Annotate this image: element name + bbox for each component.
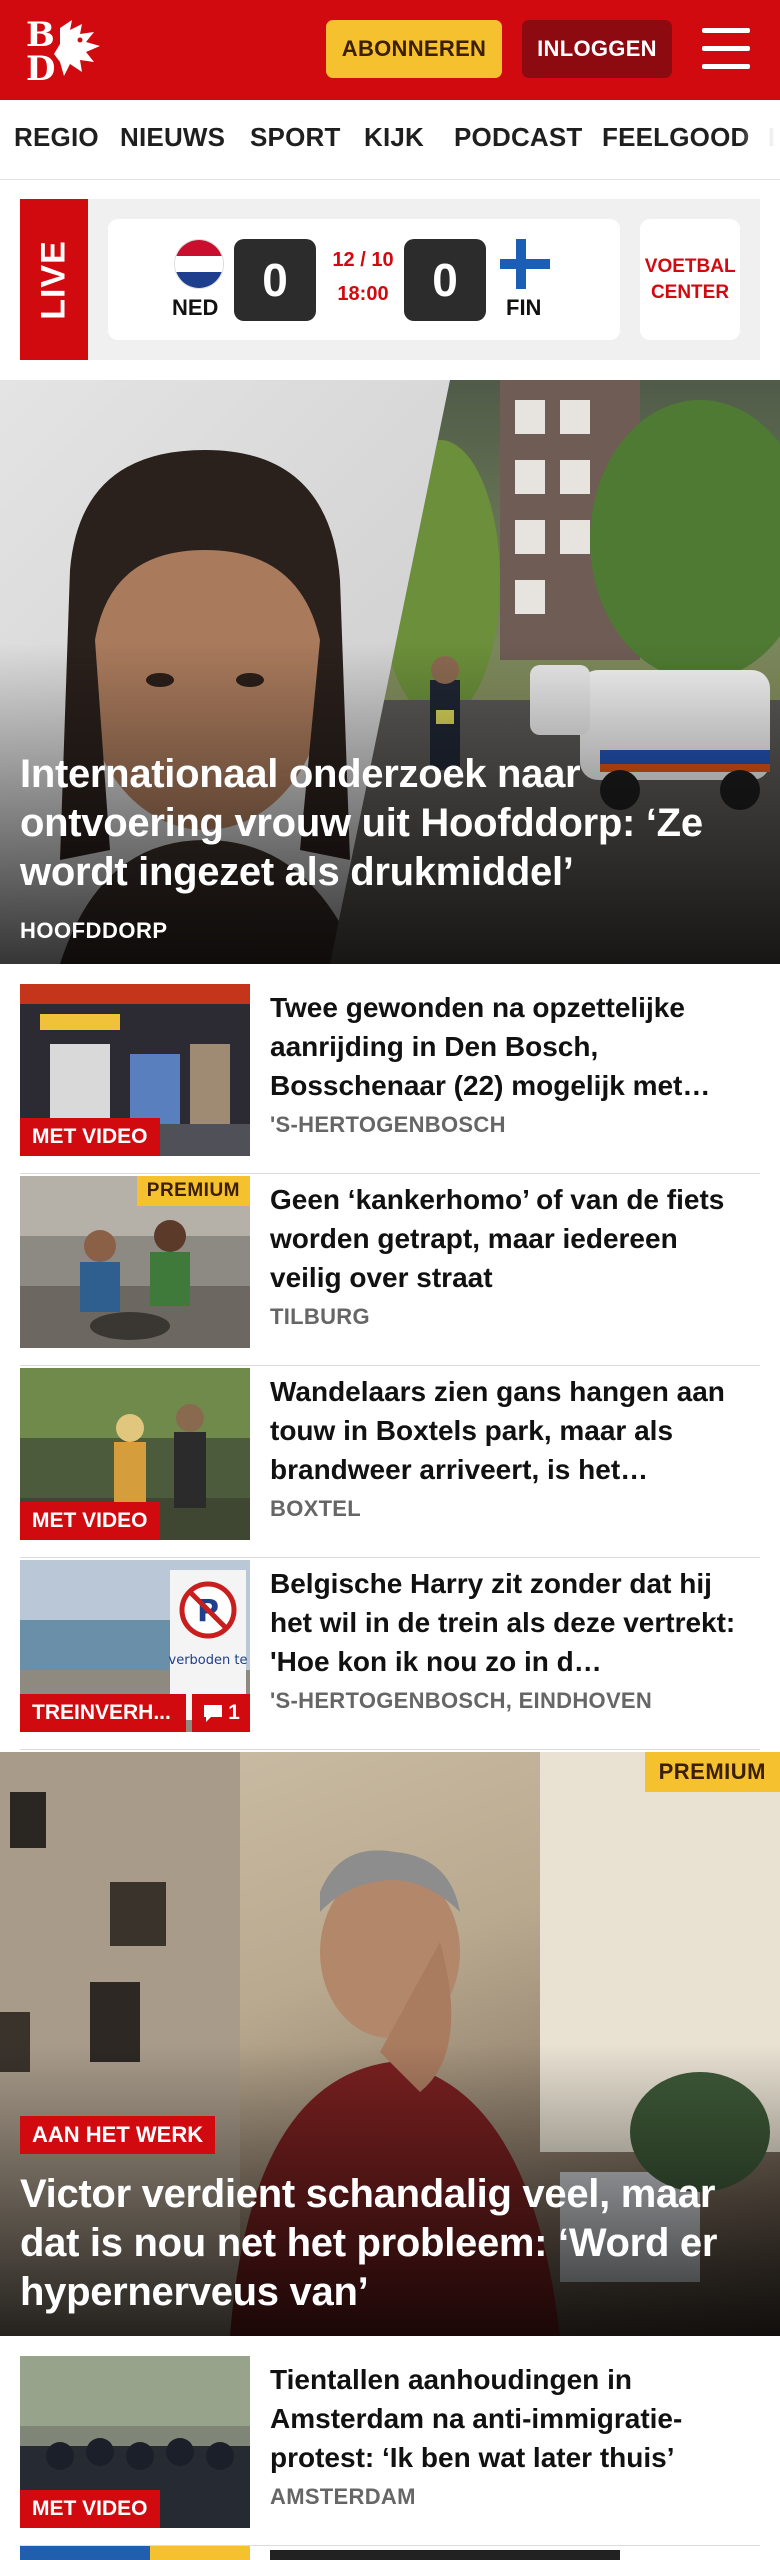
away-score: 0: [404, 239, 486, 321]
article-location: 'S-HERTOGENBOSCH, EINDHOVEN: [270, 1688, 653, 1713]
nav-item-podcast[interactable]: PODCAST: [454, 122, 583, 153]
next-item-peek: [20, 2546, 760, 2560]
svg-text:D: D: [26, 49, 55, 86]
article-title[interactable]: Belgische Harry zit zonder dat hij het w…: [270, 1564, 756, 1681]
hero-title[interactable]: Internationaal onderzoek naar ontvoering…: [20, 750, 760, 897]
voetbal-center-button[interactable]: VOETBAL CENTER: [640, 219, 740, 340]
category-badge: TREINVERH...: [20, 1694, 186, 1732]
article-thumbnail: PREMIUM: [20, 1176, 250, 1348]
home-team-code: NED: [172, 295, 219, 320]
article-title[interactable]: Tientallen aanhoudingen in Amsterdam na …: [270, 2360, 756, 2477]
featured-article[interactable]: PREMIUM AAN HET WERK Victor verdient sch…: [0, 1752, 780, 2336]
hero-article[interactable]: Internationaal onderzoek naar ontvoering…: [0, 380, 780, 964]
article-location: 'S-HERTOGENBOSCH: [270, 1112, 506, 1137]
netherlands-flag-icon: [174, 239, 224, 289]
article-location: TILBURG: [270, 1304, 370, 1329]
home-score: 0: [234, 239, 316, 321]
away-team-code: FIN: [506, 295, 542, 320]
live-label: LIVE: [34, 239, 73, 320]
category-tag[interactable]: AAN HET WERK: [20, 2116, 216, 2154]
match-time: 18:00: [337, 283, 389, 305]
nav-fade: [740, 100, 780, 179]
premium-badge: PREMIUM: [644, 1752, 780, 1792]
hero-location: HOOFDDORP: [20, 918, 168, 943]
site-header: B D ABONNEREN INLOGGEN: [0, 0, 780, 100]
premium-badge: PREMIUM: [136, 1176, 250, 1206]
article-title[interactable]: Twee gewonden na opzettelijke aanrijding…: [270, 988, 756, 1105]
menu-icon[interactable]: [700, 24, 752, 74]
nav-item-sport[interactable]: SPORT: [250, 122, 341, 153]
login-button[interactable]: INLOGGEN: [522, 20, 672, 78]
match-card[interactable]: NED 0 12 / 10 18:00 0 FIN: [108, 219, 620, 340]
article-thumbnail: MET VIDEO: [20, 2356, 250, 2528]
list-item[interactable]: MET VIDEO Twee gewonden na opzettelijke …: [20, 984, 760, 1174]
comment-count-value: 1: [228, 1701, 240, 1724]
video-badge: MET VIDEO: [20, 2490, 160, 2528]
finland-flag-icon: [500, 239, 550, 289]
nav-item-feelgood[interactable]: FEELGOOD: [602, 122, 750, 153]
article-title[interactable]: Geen ‘kankerhomo’ of van de fiets worden…: [270, 1180, 756, 1297]
comment-icon: [204, 1705, 223, 1722]
video-badge: MET VIDEO: [20, 1502, 160, 1540]
video-badge: MET VIDEO: [20, 1118, 160, 1156]
comment-count[interactable]: 1: [192, 1694, 250, 1732]
list-item[interactable]: MET VIDEO Tientallen aanhoudingen in Ams…: [20, 2356, 760, 2546]
live-tag: LIVE: [20, 199, 88, 360]
nav-item-kijk[interactable]: KIJK: [364, 122, 424, 153]
bd-logo[interactable]: B D: [20, 14, 116, 89]
article-title[interactable]: Wandelaars zien gans hangen aan touw in …: [270, 1372, 756, 1489]
nav-item-regio[interactable]: REGIO: [14, 122, 99, 153]
list-item[interactable]: MET VIDEO Wandelaars zien gans hangen aa…: [20, 1368, 760, 1558]
section-nav: REGIO NIEUWS SPORT KIJK PODCAST FEELGOOD…: [0, 100, 780, 180]
article-location: BOXTEL: [270, 1496, 362, 1521]
article-thumbnail: P verboden te TREINVERH... 1: [20, 1560, 250, 1732]
article-location: AMSTERDAM: [270, 2484, 416, 2509]
list-item[interactable]: P verboden te TREINVERH... 1 Belgische H…: [20, 1560, 760, 1750]
featured-title[interactable]: Victor verdient schandalig veel, maar da…: [20, 2170, 760, 2317]
article-thumbnail: MET VIDEO: [20, 984, 250, 1156]
subscribe-button[interactable]: ABONNEREN: [326, 20, 502, 78]
article-thumbnail: MET VIDEO: [20, 1368, 250, 1540]
list-item[interactable]: PREMIUM Geen ‘kankerhomo’ of van de fiet…: [20, 1176, 760, 1366]
live-score-widget[interactable]: LIVE NED 0 12 / 10 18:00 0 FIN VOETBAL C…: [20, 199, 760, 360]
nav-item-nieuws[interactable]: NIEUWS: [120, 122, 225, 153]
sign-text: verboden te: [169, 1653, 248, 1668]
match-date: 12 / 10: [332, 249, 394, 271]
